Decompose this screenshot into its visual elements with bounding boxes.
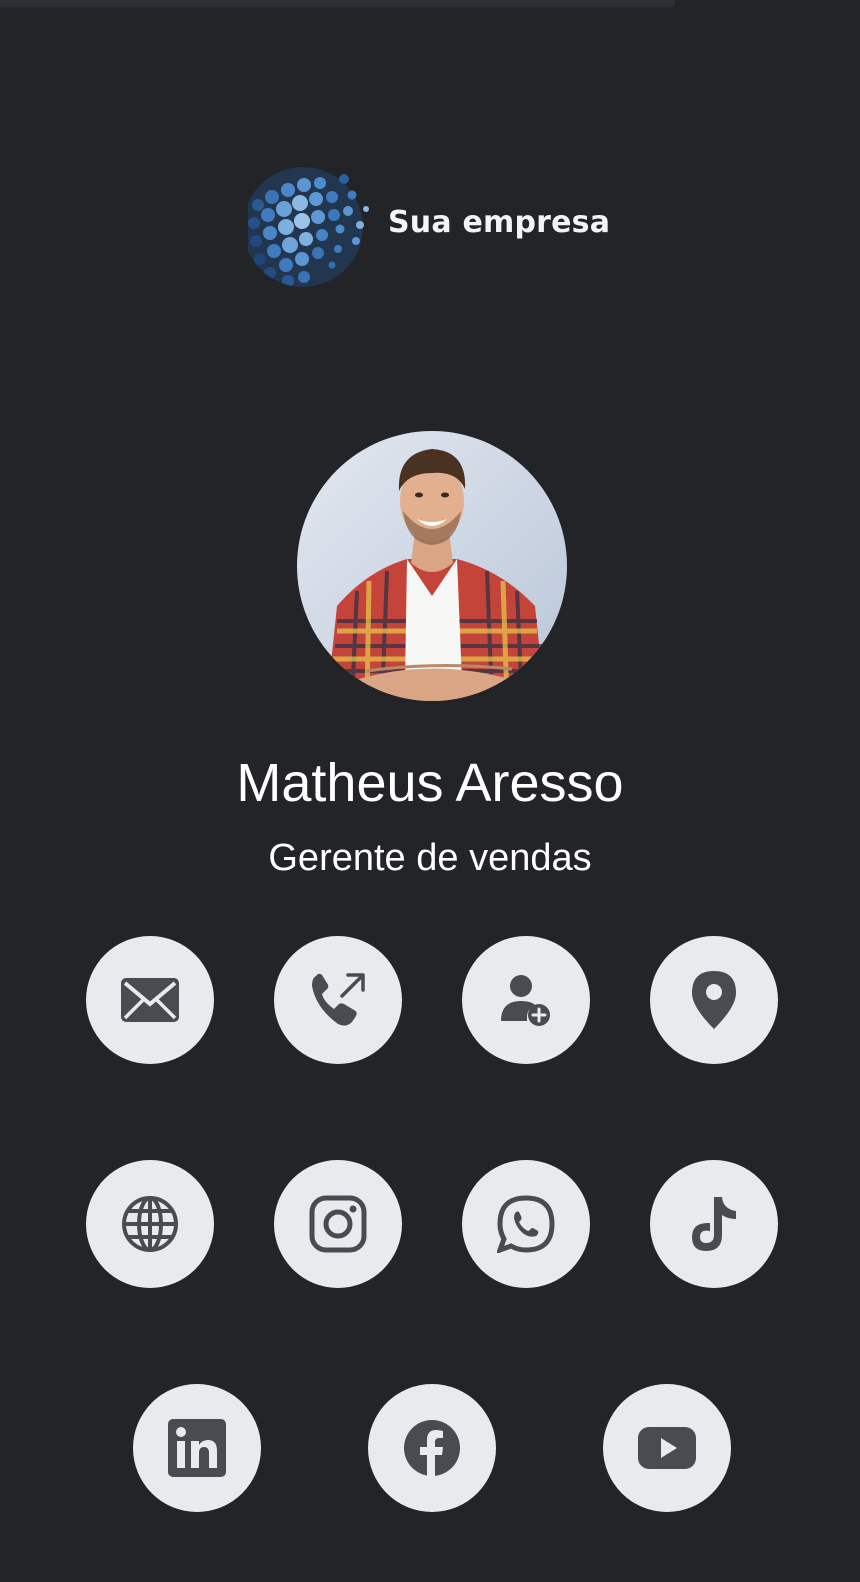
location-pin-icon: [692, 971, 736, 1029]
youtube-icon: [638, 1427, 696, 1469]
globe-hexagon-logo-icon: [248, 167, 369, 287]
youtube-button[interactable]: [603, 1384, 731, 1512]
tiktok-button[interactable]: [650, 1160, 778, 1288]
add-contact-button[interactable]: [462, 936, 590, 1064]
phone-call-button[interactable]: [274, 936, 402, 1064]
website-globe-icon: [121, 1195, 179, 1253]
website-button[interactable]: [86, 1160, 214, 1288]
location-button[interactable]: [650, 936, 778, 1064]
email-button[interactable]: [86, 936, 214, 1064]
avatar: [297, 431, 567, 701]
linkedin-button[interactable]: [133, 1384, 261, 1512]
whatsapp-icon: [497, 1195, 555, 1253]
company-logo: Sua empresa: [248, 165, 611, 290]
whatsapp-button[interactable]: [462, 1160, 590, 1288]
facebook-icon: [403, 1419, 461, 1477]
tiktok-icon: [688, 1195, 740, 1253]
top-bar: [0, 0, 675, 7]
add-contact-icon: [499, 973, 553, 1027]
avatar-photo: [297, 431, 567, 701]
instagram-icon: [309, 1195, 367, 1253]
instagram-button[interactable]: [274, 1160, 402, 1288]
profile-name: Matheus Aresso: [236, 753, 624, 813]
phone-call-icon: [308, 970, 368, 1030]
linkedin-icon: [168, 1419, 226, 1477]
company-name: Sua empresa: [388, 205, 611, 240]
profile-title: Gerente de vendas: [268, 837, 592, 879]
email-icon: [121, 978, 179, 1022]
facebook-button[interactable]: [368, 1384, 496, 1512]
